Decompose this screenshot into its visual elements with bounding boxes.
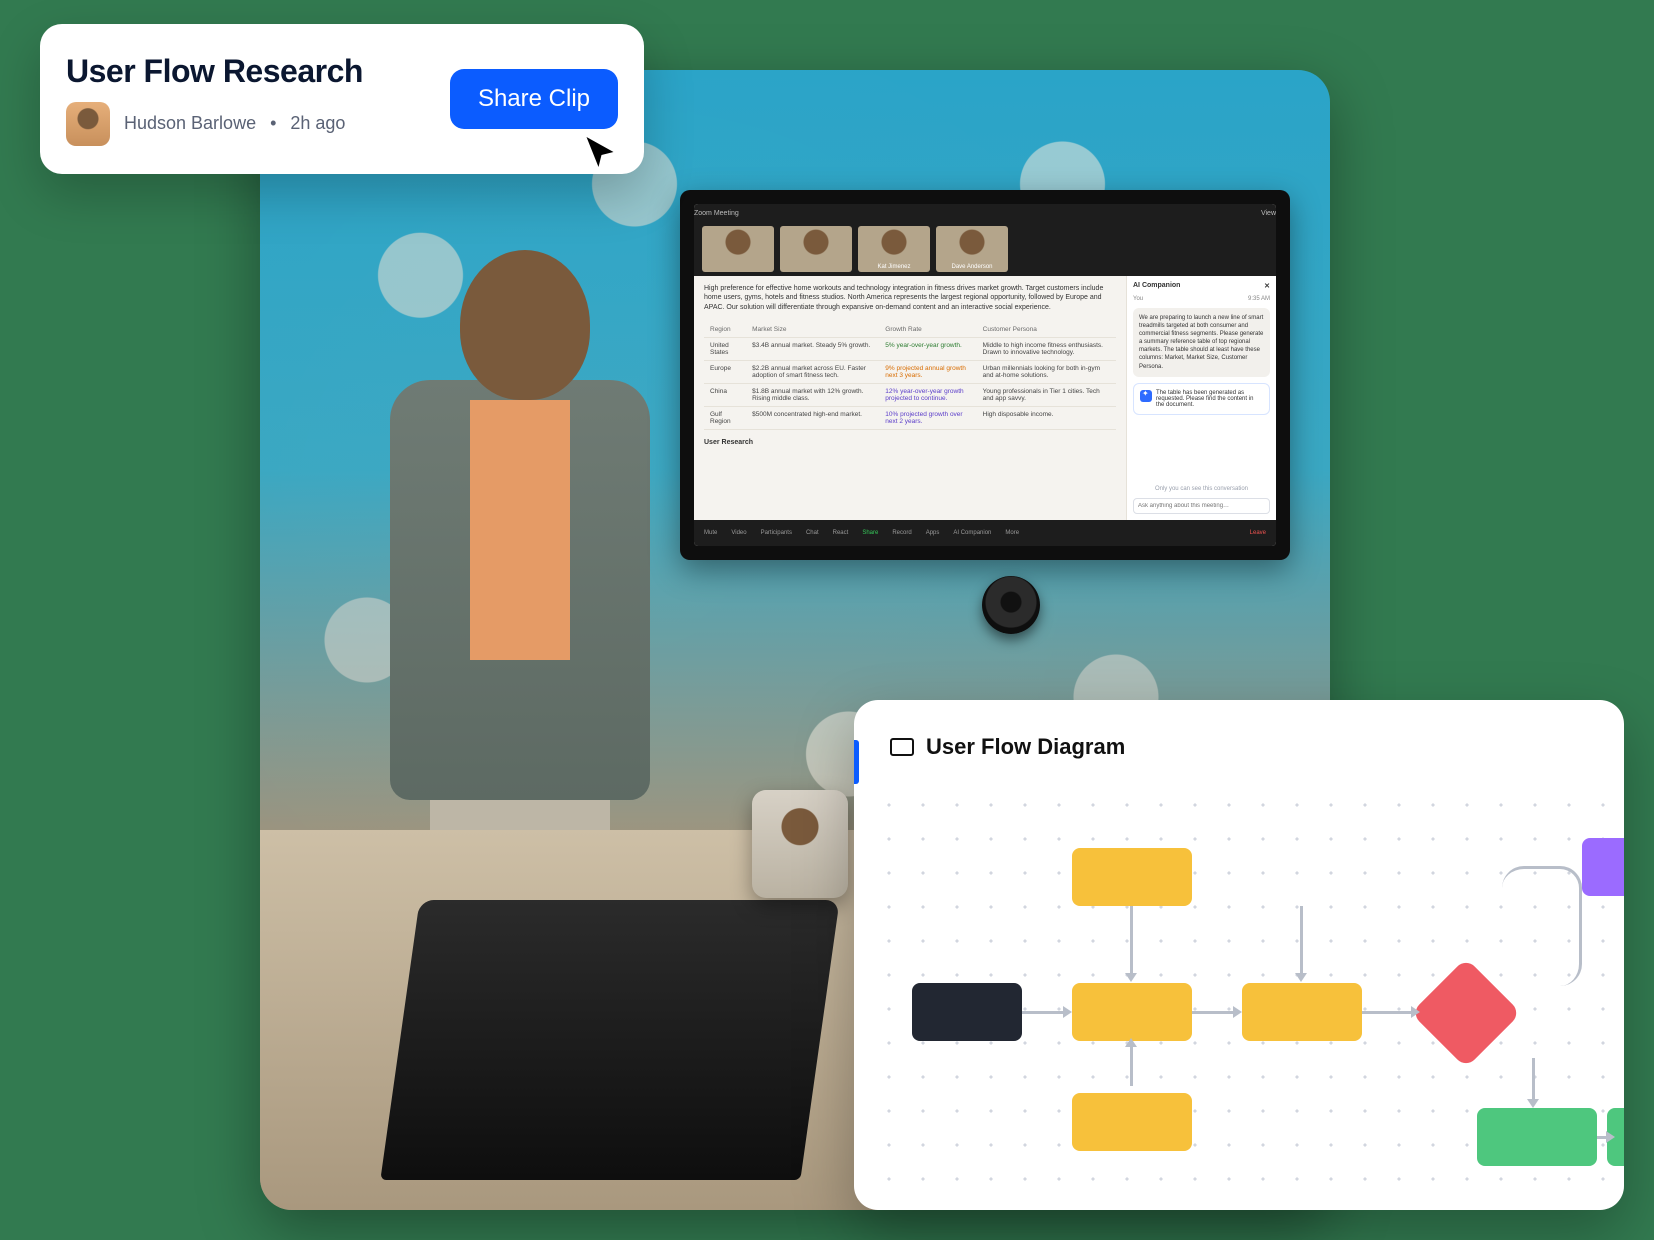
- author-name: Hudson Barlowe: [124, 113, 256, 134]
- cell-size: $1.8B annual market with 12% growth. Ris…: [746, 384, 879, 407]
- cell-growth: 5% year-over-year growth.: [879, 338, 976, 361]
- table-row: China$1.8B annual market with 12% growth…: [704, 384, 1116, 407]
- toolbar-apps[interactable]: Apps: [926, 530, 940, 536]
- wall-tv: Zoom Meeting View Kat Jimenez Dave Ander…: [680, 190, 1290, 560]
- cell-growth: 12% year-over-year growth projected to c…: [879, 384, 976, 407]
- flow-arrow: [1130, 906, 1133, 974]
- flow-node-step[interactable]: [1072, 848, 1192, 906]
- col-growth: Growth Rate: [879, 322, 976, 338]
- col-persona: Customer Persona: [977, 322, 1116, 338]
- market-table: Region Market Size Growth Rate Customer …: [704, 322, 1116, 430]
- ai-input[interactable]: [1133, 498, 1270, 514]
- col-size: Market Size: [746, 322, 879, 338]
- flow-node-start[interactable]: [912, 983, 1022, 1041]
- flow-card-header: User Flow Diagram: [854, 700, 1624, 778]
- close-icon[interactable]: ✕: [1264, 282, 1270, 290]
- toolbar-ai[interactable]: AI Companion: [953, 530, 991, 536]
- flow-node-step[interactable]: [1072, 983, 1192, 1041]
- toolbar-mute[interactable]: Mute: [704, 530, 717, 536]
- share-clip-card: User Flow Research Hudson Barlowe • 2h a…: [40, 24, 644, 174]
- cell-region: United States: [704, 338, 746, 361]
- table-row: Gulf Region$500M concentrated high-end m…: [704, 407, 1116, 430]
- participant-thumb[interactable]: [702, 226, 774, 272]
- ai-companion-panel: AI Companion ✕ You 9:35 AM We are prepar…: [1126, 276, 1276, 520]
- flow-arrow: [1300, 906, 1303, 974]
- cell-region: China: [704, 384, 746, 407]
- cell-persona: Young professionals in Tier 1 cities. Te…: [977, 384, 1116, 407]
- doc-paragraph: High preference for effective home worko…: [704, 284, 1116, 312]
- doc-section-heading: User Research: [704, 438, 1116, 447]
- laptop: [380, 900, 839, 1180]
- ai-sparkle-icon: [1140, 390, 1152, 402]
- flow-arrow: [1532, 1058, 1535, 1100]
- cell-persona: Urban millennials looking for both in-gy…: [977, 361, 1116, 384]
- author-avatar[interactable]: [66, 102, 110, 146]
- clip-title: User Flow Research: [66, 53, 363, 90]
- flow-arrow: [1130, 1046, 1133, 1086]
- flow-canvas[interactable]: [862, 778, 1616, 1202]
- cell-size: $500M concentrated high-end market.: [746, 407, 879, 430]
- conference-camera: [982, 576, 1040, 634]
- display-icon: [890, 738, 914, 756]
- flow-arrow: [1597, 1136, 1607, 1139]
- cell-persona: High disposable income.: [977, 407, 1116, 430]
- clip-timestamp: 2h ago: [290, 113, 345, 134]
- zoom-participant-thumbnails: Kat Jimenez Dave Anderson: [694, 222, 1276, 276]
- toolbar-share[interactable]: Share: [862, 530, 878, 536]
- flow-arrow: [1362, 1011, 1412, 1014]
- cell-growth: 9% projected annual growth next 3 years.: [879, 361, 976, 384]
- zoom-window-title: Zoom Meeting: [694, 210, 739, 217]
- toolbar-leave[interactable]: Leave: [1250, 530, 1266, 536]
- flow-arrow: [1022, 1011, 1064, 1014]
- cell-size: $3.4B annual market. Steady 5% growth.: [746, 338, 879, 361]
- ai-timestamp: 9:35 AM: [1248, 296, 1270, 302]
- cell-persona: Middle to high income fitness enthusiast…: [977, 338, 1116, 361]
- meta-separator: •: [270, 113, 276, 134]
- toolbar-more[interactable]: More: [1005, 530, 1019, 536]
- cell-growth: 10% projected growth over next 2 years.: [879, 407, 976, 430]
- cell-region: Europe: [704, 361, 746, 384]
- flow-arrow-curve: [1502, 866, 1582, 986]
- ai-sender: You: [1133, 296, 1143, 302]
- toolbar-react[interactable]: React: [833, 530, 849, 536]
- pip-video-thumbnail[interactable]: [752, 790, 848, 898]
- toolbar-chat[interactable]: Chat: [806, 530, 819, 536]
- flow-node-step[interactable]: [1242, 983, 1362, 1041]
- toolbar-record[interactable]: Record: [892, 530, 911, 536]
- flow-node-step[interactable]: [1072, 1093, 1192, 1151]
- cell-size: $2.2B annual market across EU. Faster ad…: [746, 361, 879, 384]
- flow-card-title: User Flow Diagram: [926, 734, 1125, 760]
- flow-node-end[interactable]: [1477, 1108, 1597, 1166]
- ai-panel-title: AI Companion: [1133, 282, 1180, 290]
- ai-user-prompt: We are preparing to launch a new line of…: [1133, 308, 1270, 377]
- zoom-toolbar: Mute Video Participants Chat React Share…: [694, 520, 1276, 546]
- table-row: United States$3.4B annual market. Steady…: [704, 338, 1116, 361]
- toolbar-participants[interactable]: Participants: [761, 530, 792, 536]
- zoom-meeting-window: Zoom Meeting View Kat Jimenez Dave Ander…: [694, 204, 1276, 546]
- ai-privacy-note: Only you can see this conversation: [1133, 486, 1270, 492]
- share-clip-button[interactable]: Share Clip: [450, 69, 618, 129]
- participant-thumb[interactable]: Dave Anderson: [936, 226, 1008, 272]
- table-row: Europe$2.2B annual market across EU. Fas…: [704, 361, 1116, 384]
- cell-region: Gulf Region: [704, 407, 746, 430]
- zoom-view-toggle[interactable]: View: [1261, 210, 1276, 217]
- ai-response: The table has been generated as requeste…: [1133, 383, 1270, 415]
- clip-meta: Hudson Barlowe • 2h ago: [66, 102, 363, 146]
- user-flow-diagram-card: User Flow Diagram: [854, 700, 1624, 1210]
- toolbar-video[interactable]: Video: [731, 530, 746, 536]
- participant-thumb[interactable]: [780, 226, 852, 272]
- card-accent-bar: [854, 740, 859, 784]
- flow-arrow: [1192, 1011, 1234, 1014]
- zoom-titlebar: Zoom Meeting View: [694, 204, 1276, 222]
- participant-thumb[interactable]: Kat Jimenez: [858, 226, 930, 272]
- flow-node-alt[interactable]: [1582, 838, 1624, 896]
- shared-document[interactable]: High preference for effective home worko…: [694, 276, 1126, 520]
- col-region: Region: [704, 322, 746, 338]
